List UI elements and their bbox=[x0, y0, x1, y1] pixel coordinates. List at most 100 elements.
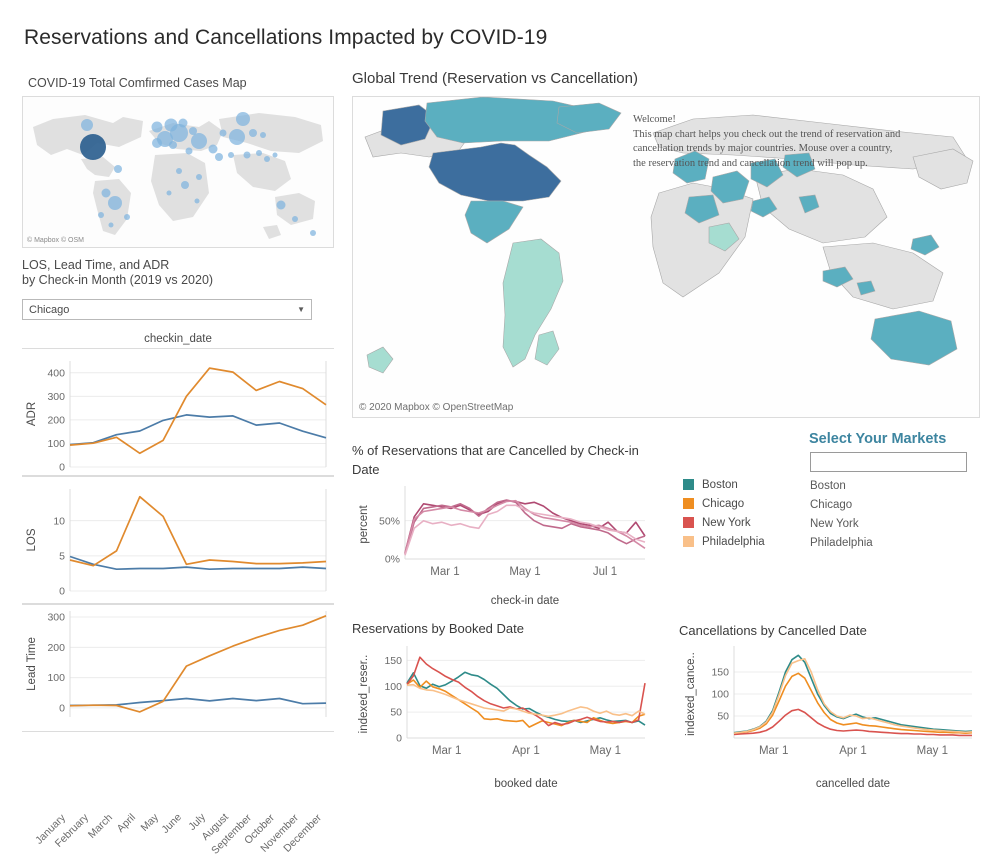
y-tick-label: 0% bbox=[385, 554, 400, 566]
cancellations-chart-title: Cancellations by Cancelled Date bbox=[679, 623, 867, 638]
legend-swatch-icon bbox=[683, 498, 694, 509]
market-dropdown-value: Chicago bbox=[29, 303, 70, 316]
global-trend-map[interactable]: Welcome! This map chart helps you check … bbox=[352, 96, 980, 418]
y-tick-label: 300 bbox=[47, 612, 65, 624]
legend-swatch-icon bbox=[683, 536, 694, 547]
x-tick-label: Jul 1 bbox=[593, 566, 617, 578]
series-line-New York bbox=[404, 499, 646, 554]
y-tick-label: 100 bbox=[384, 681, 402, 693]
markets-option-list[interactable]: Boston Chicago New York Philadelphia bbox=[810, 477, 873, 553]
covid-map-title: COVID-19 Total Comfirmed Cases Map bbox=[28, 76, 247, 90]
x-axis-label: cancelled date bbox=[816, 778, 890, 790]
y-tick-label: 10 bbox=[53, 515, 65, 527]
global-map-attribution: © 2020 Mapbox © OpenStreetMap bbox=[359, 402, 514, 413]
los-by-checkin-month-svg: 0 5 10 LOS bbox=[26, 489, 327, 598]
y-axis-label: LOS bbox=[26, 528, 38, 551]
y-tick-label: 50 bbox=[390, 707, 402, 719]
legend-swatch-icon bbox=[683, 479, 694, 490]
adr-chart[interactable]: 0 100 200 300 400 ADR bbox=[22, 348, 334, 476]
welcome-body: This map chart helps you check out the t… bbox=[633, 128, 901, 169]
month-tick-march: March bbox=[85, 811, 115, 841]
y-tick-label: 0 bbox=[59, 586, 65, 598]
adr-by-checkin-month-svg: 0 100 200 300 400 ADR bbox=[26, 361, 327, 474]
checkin-month-axis: January February March April May June July Augu… bbox=[22, 732, 334, 856]
legend-item-label: New York bbox=[702, 516, 751, 529]
los-panel-title: LOS, Lead Time, and ADR by Check-in Mont… bbox=[22, 258, 332, 288]
x-tick-label: May 1 bbox=[590, 745, 621, 757]
legend-swatch-icon bbox=[683, 517, 694, 528]
market-option-philadelphia[interactable]: Philadelphia bbox=[810, 534, 873, 553]
pct-cancelled-chart[interactable]: 0% 50% Mar 1 May 1 Jul 1 check-in date percent bbox=[355, 482, 655, 607]
y-tick-label: 150 bbox=[384, 655, 402, 667]
reservations-by-booked-date-chart[interactable]: 0 50 100 150 Mar 1 Apr 1 May 1 booked date index… bbox=[355, 640, 655, 790]
x-tick-label: Apr 1 bbox=[839, 745, 867, 757]
legend-item-label: Boston bbox=[702, 478, 738, 491]
x-tick-label: Mar 1 bbox=[759, 745, 788, 757]
y-tick-label: 200 bbox=[47, 642, 65, 654]
reservations-by-booked-date-svg: 0 50 100 150 Mar 1 Apr 1 May 1 booked date index… bbox=[358, 646, 646, 790]
x-tick-label: May 1 bbox=[509, 566, 540, 578]
y-axis-label: ADR bbox=[26, 402, 38, 426]
month-tick-may: May bbox=[138, 811, 162, 835]
x-tick-label: Apr 1 bbox=[512, 745, 540, 757]
series-line-Chicago bbox=[733, 672, 973, 735]
covid-map-bubble-usa bbox=[80, 134, 106, 160]
series-line-2020 bbox=[69, 367, 327, 455]
covid-map-svg bbox=[23, 97, 333, 247]
legend-item-label: Philadelphia bbox=[702, 535, 765, 548]
y-axis-label: indexed_reser.. bbox=[358, 655, 370, 734]
x-axis-label: booked date bbox=[494, 778, 557, 790]
x-axis-label: check-in date bbox=[491, 595, 559, 607]
y-tick-label: 100 bbox=[711, 689, 729, 701]
y-tick-label: 100 bbox=[47, 438, 65, 450]
month-tick-april: April bbox=[114, 811, 138, 835]
market-dropdown[interactable]: Chicago ▼ bbox=[22, 299, 312, 320]
global-trend-title: Global Trend (Reservation vs Cancellatio… bbox=[352, 70, 638, 87]
y-tick-label: 400 bbox=[47, 367, 65, 379]
covid-map-attribution: © Mapbox © OSM bbox=[27, 237, 84, 244]
series-line-Boston bbox=[406, 671, 646, 726]
y-tick-label: 0 bbox=[396, 733, 402, 745]
x-tick-label: Mar 1 bbox=[430, 566, 459, 578]
y-tick-label: 150 bbox=[711, 667, 729, 679]
legend-item-chicago[interactable]: Chicago bbox=[683, 494, 765, 513]
cancellations-by-cancelled-date-svg: 50 100 150 Mar 1 Apr 1 May 1 cancelled date ind… bbox=[685, 646, 973, 790]
legend-item-label: Chicago bbox=[702, 497, 745, 510]
los-panel-title-line2: by Check-in Month (2019 vs 2020) bbox=[22, 273, 214, 287]
y-tick-label: 50 bbox=[717, 711, 729, 723]
legend-item-boston[interactable]: Boston bbox=[683, 475, 765, 494]
series-line-2020 bbox=[69, 615, 327, 713]
checkin-date-column-label: checkin_date bbox=[144, 333, 212, 345]
y-tick-label: 5 bbox=[59, 550, 65, 562]
legend-item-philadelphia[interactable]: Philadelphia bbox=[683, 532, 765, 551]
pct-cancelled-title: % of Reservations that are Cancelled by … bbox=[352, 443, 639, 477]
series-line-2019 bbox=[69, 697, 327, 707]
series-line-Philadelphia bbox=[733, 658, 973, 734]
y-tick-label: 0 bbox=[59, 462, 65, 474]
month-tick-june: June bbox=[159, 811, 185, 837]
y-tick-label: 100 bbox=[47, 672, 65, 684]
page-title: Reservations and Cancellations Impacted … bbox=[24, 26, 548, 49]
cancellations-by-cancelled-date-chart[interactable]: 50 100 150 Mar 1 Apr 1 May 1 cancelled date ind… bbox=[682, 640, 982, 790]
markets-search-input[interactable] bbox=[810, 452, 967, 472]
markets-filter-title: Select Your Markets bbox=[809, 431, 947, 447]
covid-confirmed-cases-map[interactable]: © Mapbox © OSM bbox=[22, 96, 334, 248]
series-line-New York bbox=[406, 656, 646, 727]
x-tick-label: Mar 1 bbox=[432, 745, 461, 757]
chevron-down-icon: ▼ bbox=[297, 305, 305, 314]
market-color-legend: Boston Chicago New York Philadelphia bbox=[683, 475, 765, 551]
market-option-boston[interactable]: Boston bbox=[810, 477, 873, 496]
map-welcome-tooltip: Welcome! This map chart helps you check … bbox=[633, 113, 901, 171]
lead-time-chart[interactable]: 0 100 200 300 Lead Time bbox=[22, 604, 334, 732]
y-axis-label: indexed_cance.. bbox=[685, 652, 697, 736]
market-option-chicago[interactable]: Chicago bbox=[810, 496, 873, 515]
y-axis-label: percent bbox=[358, 505, 370, 544]
los-chart[interactable]: 0 5 10 LOS bbox=[22, 476, 334, 604]
market-option-new-york[interactable]: New York bbox=[810, 515, 873, 534]
y-tick-label: 300 bbox=[47, 391, 65, 403]
legend-item-new-york[interactable]: New York bbox=[683, 513, 765, 532]
y-axis-label: Lead Time bbox=[26, 637, 38, 691]
y-tick-label: 0 bbox=[59, 703, 65, 715]
los-panel-title-line1: LOS, Lead Time, and ADR bbox=[22, 258, 170, 272]
welcome-heading: Welcome! bbox=[633, 114, 676, 125]
